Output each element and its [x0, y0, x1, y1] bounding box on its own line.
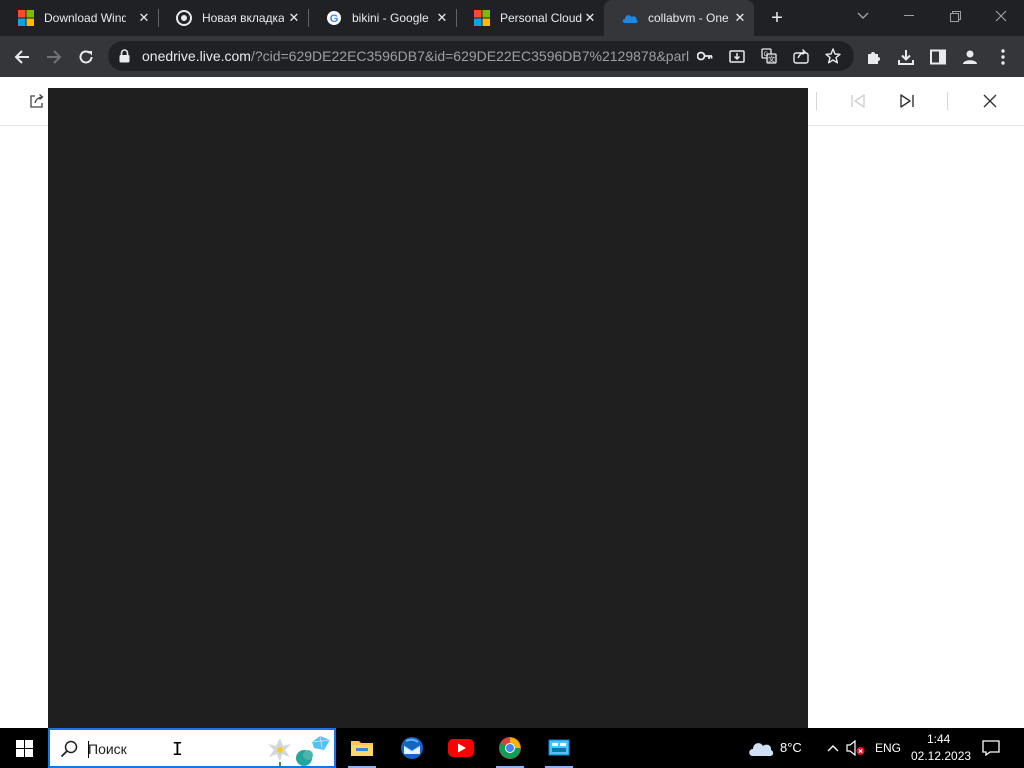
notifications-icon[interactable]: [981, 738, 1001, 758]
browser-tab-strip: Download Wind ✕ Новая вкладка ✕ G bikini…: [0, 0, 1024, 36]
svg-text:G: G: [330, 13, 339, 25]
close-icon[interactable]: ✕: [434, 10, 450, 26]
bookmark-star-icon[interactable]: [824, 47, 842, 65]
install-app-icon[interactable]: [728, 47, 746, 65]
close-icon[interactable]: ✕: [582, 10, 598, 26]
toolbar-divider: [816, 92, 817, 110]
tab-collabvm-onedrive[interactable]: collabvm - One ✕: [604, 0, 754, 36]
microsoft-logo-icon: [18, 10, 34, 26]
address-bar[interactable]: onedrive.live.com/?cid=629DE22EC3596DB7&…: [108, 41, 854, 71]
tab-title: Новая вкладка: [202, 11, 284, 25]
new-tab-button[interactable]: +: [766, 7, 788, 29]
side-panel-icon[interactable]: [927, 46, 949, 68]
windows-taskbar: Поиск I 8°C ENG 1:44 02.12.2023: [0, 728, 1024, 768]
tab-personal-cloud[interactable]: Personal Cloud ✕: [456, 0, 604, 36]
svg-text:G: G: [764, 52, 769, 58]
close-viewer-icon[interactable]: [980, 91, 1000, 111]
extensions-puzzle-icon[interactable]: [863, 46, 885, 68]
file-preview-area[interactable]: [48, 88, 808, 728]
url-text[interactable]: onedrive.live.com/?cid=629DE22EC3596DB7&…: [142, 48, 690, 64]
close-icon[interactable]: ✕: [732, 10, 748, 26]
search-placeholder: Поиск: [88, 741, 127, 757]
search-highlight-illustration: [268, 735, 331, 766]
restore-icon[interactable]: [932, 0, 978, 32]
chrome-icon[interactable]: [488, 728, 532, 768]
tab-title: collabvm - One: [648, 11, 729, 25]
previous-item-icon[interactable]: [848, 91, 868, 111]
volume-muted-icon[interactable]: [846, 738, 866, 758]
mouse-ibeam-cursor: I: [172, 739, 183, 760]
taskbar-search-box[interactable]: Поиск I: [48, 728, 336, 768]
windows-start-icon[interactable]: [0, 728, 48, 768]
chevron-up-icon[interactable]: [823, 738, 843, 758]
share-icon[interactable]: [792, 47, 810, 65]
minimize-icon[interactable]: [886, 0, 932, 32]
back-arrow-icon[interactable]: [9, 44, 35, 70]
microsoft-logo-icon: [474, 10, 490, 26]
close-icon[interactable]: ✕: [136, 10, 152, 26]
onedrive-icon: [622, 10, 638, 26]
search-icon: [60, 740, 78, 763]
tab-title: bikini - Google: [352, 11, 429, 25]
url-host: onedrive.live.com: [142, 48, 251, 64]
forward-arrow-icon[interactable]: [41, 44, 67, 70]
youtube-icon[interactable]: [439, 728, 483, 768]
tab-bikini-google[interactable]: G bikini - Google ✕: [308, 0, 456, 36]
lock-icon[interactable]: [119, 49, 130, 68]
next-item-icon[interactable]: [897, 91, 917, 111]
text-cursor: [88, 741, 89, 758]
tab-download-windows[interactable]: Download Wind ✕: [0, 0, 158, 36]
tab-search-icon[interactable]: [840, 0, 886, 32]
profile-avatar-icon[interactable]: [959, 46, 981, 68]
key-icon[interactable]: [696, 47, 714, 65]
url-path: /?cid=629DE22EC3596DB7&id=629DE22EC3596D…: [250, 48, 690, 64]
clock-time[interactable]: 1:44: [927, 732, 950, 746]
browser-toolbar: onedrive.live.com/?cid=629DE22EC3596DB7&…: [0, 36, 1024, 77]
google-icon: G: [326, 10, 342, 26]
reload-icon[interactable]: [73, 44, 99, 70]
thunderbird-icon[interactable]: [390, 728, 434, 768]
downloads-icon[interactable]: [895, 46, 917, 68]
close-icon[interactable]: ✕: [286, 10, 302, 26]
toolbar-divider: [947, 92, 948, 110]
tab-title: Personal Cloud: [500, 11, 582, 25]
chrome-icon: [176, 10, 192, 26]
file-explorer-icon[interactable]: [340, 728, 384, 768]
page-content: [0, 77, 1024, 728]
weather-temperature[interactable]: 8°C: [780, 740, 802, 755]
share-icon[interactable]: [27, 91, 47, 111]
close-window-icon[interactable]: [978, 0, 1024, 32]
clock-date[interactable]: 02.12.2023: [911, 749, 971, 763]
translate-icon[interactable]: 文G: [760, 47, 778, 65]
svg-text:文: 文: [768, 55, 775, 64]
tab-title: Download Wind: [44, 11, 126, 25]
weather-cloud-icon[interactable]: [748, 738, 774, 758]
control-panel-icon[interactable]: [537, 728, 581, 768]
language-indicator[interactable]: ENG: [875, 741, 901, 755]
menu-kebab-icon[interactable]: [992, 46, 1014, 68]
tab-new-tab[interactable]: Новая вкладка ✕: [158, 0, 308, 36]
